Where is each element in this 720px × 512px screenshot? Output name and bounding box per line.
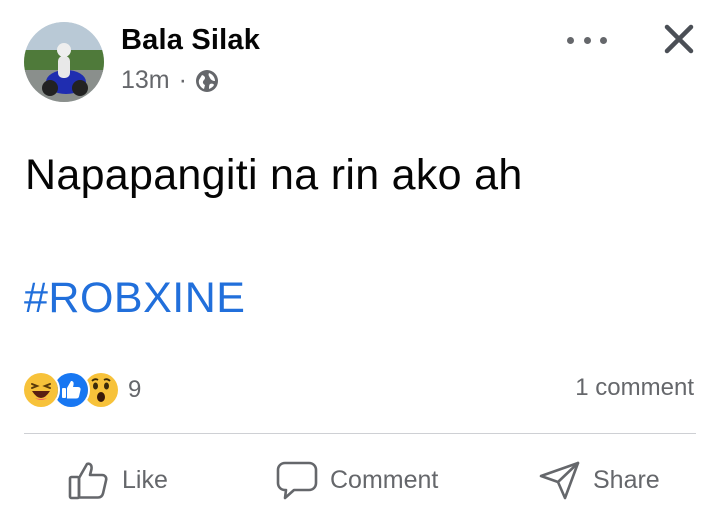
post-actions: Like Comment Share <box>0 452 720 508</box>
more-dot <box>583 36 591 44</box>
comment-label: Comment <box>330 465 439 494</box>
close-icon[interactable] <box>662 22 696 56</box>
share-arrow-icon <box>539 461 580 500</box>
post-text: Napapangiti na rin ako ah <box>25 151 523 199</box>
post-meta: 13m · <box>121 66 219 95</box>
reactions-summary[interactable]: 9 <box>22 371 141 409</box>
haha-icon <box>22 371 60 409</box>
like-outline-icon <box>68 462 108 500</box>
meta-separator: · <box>178 66 187 94</box>
comment-button[interactable]: Comment <box>276 452 438 508</box>
like-button[interactable]: Like <box>68 452 168 508</box>
like-label: Like <box>122 465 168 494</box>
globe-icon[interactable] <box>195 69 219 93</box>
share-button[interactable]: Share <box>539 452 660 508</box>
hashtag-link[interactable]: #ROBXINE <box>24 274 245 323</box>
comment-count[interactable]: 1 comment <box>575 374 694 402</box>
reaction-count: 9 <box>128 376 142 403</box>
avatar-photo <box>24 22 104 102</box>
divider <box>24 433 696 434</box>
avatar[interactable] <box>24 22 104 102</box>
more-dot <box>600 36 607 44</box>
comment-bubble-icon <box>276 461 318 500</box>
more-dot <box>567 36 574 44</box>
author-name[interactable]: Bala Silak <box>121 24 260 57</box>
more-options-icon[interactable] <box>567 26 607 54</box>
share-label: Share <box>593 465 660 494</box>
post-timestamp[interactable]: 13m <box>121 66 170 95</box>
